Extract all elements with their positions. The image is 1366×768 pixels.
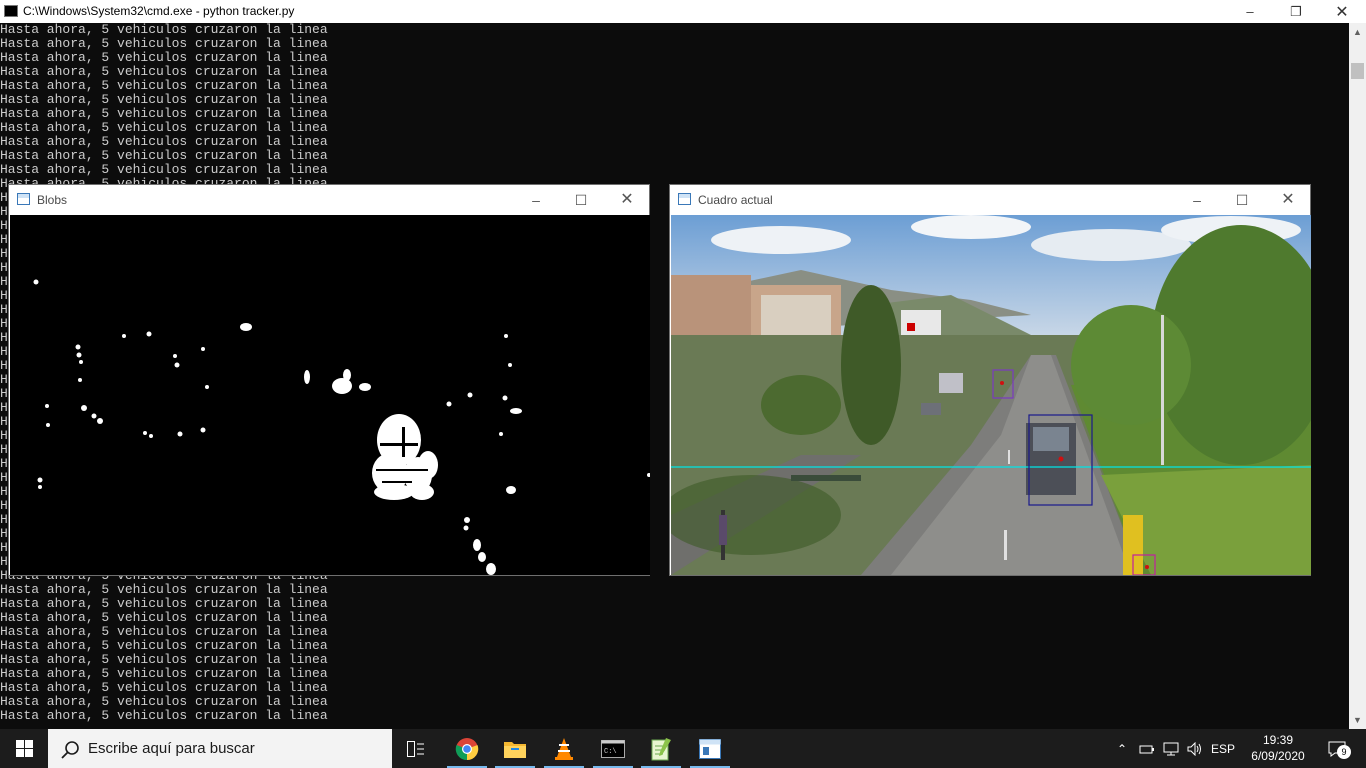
start-button[interactable] — [0, 729, 48, 768]
scroll-up-icon[interactable]: ▲ — [1353, 27, 1362, 37]
console-line: Hasta ahora, 5 vehiculos cruzaron la lin… — [0, 50, 328, 65]
scroll-thumb[interactable] — [1351, 63, 1364, 79]
maximize-button[interactable]: ☐ — [558, 190, 604, 212]
window-icon — [17, 193, 30, 205]
street-camera-image — [671, 215, 1311, 575]
task-view-button[interactable] — [392, 729, 440, 768]
console-title: C:\Windows\System32\cmd.exe - python tra… — [23, 4, 295, 18]
close-button[interactable]: ✕ — [1265, 190, 1311, 212]
vlc-taskbar-button[interactable] — [540, 729, 588, 768]
notifications-button[interactable]: 9 — [1322, 729, 1352, 768]
console-line: Hasta ahora, 5 vehiculos cruzaron la lin… — [0, 652, 328, 667]
console-line: Hasta ahora, 5 vehiculos cruzaron la lin… — [0, 23, 328, 37]
notepad-plus-taskbar-button[interactable] — [637, 729, 685, 768]
power-icon[interactable] — [1136, 729, 1158, 768]
clock-time: 19:39 — [1262, 733, 1294, 747]
minimize-button[interactable]: – — [1174, 190, 1220, 212]
console-line: Hasta ahora, 5 vehiculos cruzaron la lin… — [0, 596, 328, 611]
notification-count: 9 — [1337, 745, 1351, 759]
console-line: Hasta ahora, 5 vehiculos cruzaron la lin… — [0, 36, 328, 51]
minimize-button[interactable]: – — [513, 190, 559, 212]
blobs-titlebar: Blobs – ☐ ✕ — [9, 185, 649, 215]
console-line: Hasta ahora, 5 vehiculos cruzaron la lin… — [0, 120, 328, 135]
console-line: Hasta ahora, 5 vehiculos cruzaron la lin… — [0, 680, 328, 695]
speaker-icon — [1187, 741, 1201, 756]
close-button[interactable]: ✕ — [1319, 0, 1365, 23]
network-monitor-icon — [1163, 742, 1179, 755]
svg-text:C:\: C:\ — [604, 748, 617, 756]
console-line: Hasta ahora, 5 vehiculos cruzaron la lin… — [0, 162, 328, 177]
scroll-down-icon[interactable]: ▼ — [1353, 715, 1362, 725]
chrome-taskbar-button[interactable] — [443, 729, 491, 768]
console-line: Hasta ahora, 5 vehiculos cruzaron la lin… — [0, 666, 328, 681]
file-explorer-taskbar-button[interactable] — [491, 729, 539, 768]
taskbar: Escribe aquí para buscar C:\ ⌃ ESP 19:39… — [0, 729, 1366, 768]
console-line: Hasta ahora, 5 vehiculos cruzaron la lin… — [0, 610, 328, 625]
console-titlebar: C:\Windows\System32\cmd.exe - python tra… — [0, 0, 1366, 23]
current-frame-window: Cuadro actual – ☐ ✕ — [669, 184, 1311, 576]
terminal-icon: C:\ — [601, 739, 625, 758]
console-line: Hasta ahora, 5 vehiculos cruzaron la lin… — [0, 638, 328, 653]
console-line: Hasta ahora, 5 vehiculos cruzaron la lin… — [0, 64, 328, 79]
vlc-cone-icon — [555, 737, 573, 760]
minimize-button[interactable]: – — [1227, 0, 1273, 23]
console-line: Hasta ahora, 5 vehiculos cruzaron la lin… — [0, 624, 328, 639]
clock[interactable]: 19:39 6/09/2020 — [1236, 732, 1320, 764]
window-icon — [678, 193, 691, 205]
cmd-taskbar-button[interactable]: C:\ — [589, 729, 637, 768]
console-line: Hasta ahora, 5 vehiculos cruzaron la lin… — [0, 92, 328, 107]
cmd-icon — [4, 5, 18, 17]
network-icon[interactable] — [1160, 729, 1182, 768]
search-icon — [61, 741, 79, 759]
close-button[interactable]: ✕ — [604, 190, 650, 212]
blobs-window: Blobs – ☐ ✕ — [8, 184, 650, 576]
python-window-taskbar-button[interactable] — [686, 729, 734, 768]
search-placeholder: Escribe aquí para buscar — [88, 740, 255, 757]
console-line: Hasta ahora, 5 vehiculos cruzaron la lin… — [0, 148, 328, 163]
console-line: Hasta ahora, 5 vehiculos cruzaron la lin… — [0, 78, 328, 93]
console-line: Hasta ahora, 5 vehiculos cruzaron la lin… — [0, 708, 328, 723]
clock-date: 6/09/2020 — [1251, 749, 1305, 763]
language-indicator[interactable]: ESP — [1208, 729, 1238, 768]
console-line: Hasta ahora, 5 vehiculos cruzaron la lin… — [0, 694, 328, 709]
maximize-button[interactable]: ☐ — [1219, 190, 1265, 212]
frame-window-title: Cuadro actual — [698, 193, 773, 207]
volume-icon[interactable] — [1184, 729, 1206, 768]
app-window-icon — [699, 738, 721, 759]
frame-titlebar: Cuadro actual – ☐ ✕ — [670, 185, 1310, 215]
blobs-image — [10, 215, 650, 575]
console-scrollbar[interactable]: ▲ ▼ — [1349, 23, 1366, 729]
chrome-icon — [455, 737, 479, 760]
console-line: Hasta ahora, 5 vehiculos cruzaron la lin… — [0, 582, 328, 597]
notepad-plus-icon — [651, 737, 671, 760]
console-line: Hasta ahora, 5 vehiculos cruzaron la lin… — [0, 106, 328, 121]
battery-plug-icon — [1139, 745, 1154, 753]
windows-logo-icon — [15, 740, 33, 757]
folder-icon — [504, 741, 526, 758]
restore-button[interactable]: ❐ — [1273, 0, 1319, 23]
blobs-window-title: Blobs — [37, 193, 68, 207]
show-hidden-icons-button[interactable]: ⌃ — [1112, 729, 1132, 768]
search-box[interactable]: Escribe aquí para buscar — [48, 729, 392, 768]
chevron-up-icon: ⌃ — [1116, 741, 1128, 756]
task-view-icon — [407, 740, 424, 757]
console-line: Hasta ahora, 5 vehiculos cruzaron la lin… — [0, 134, 328, 149]
